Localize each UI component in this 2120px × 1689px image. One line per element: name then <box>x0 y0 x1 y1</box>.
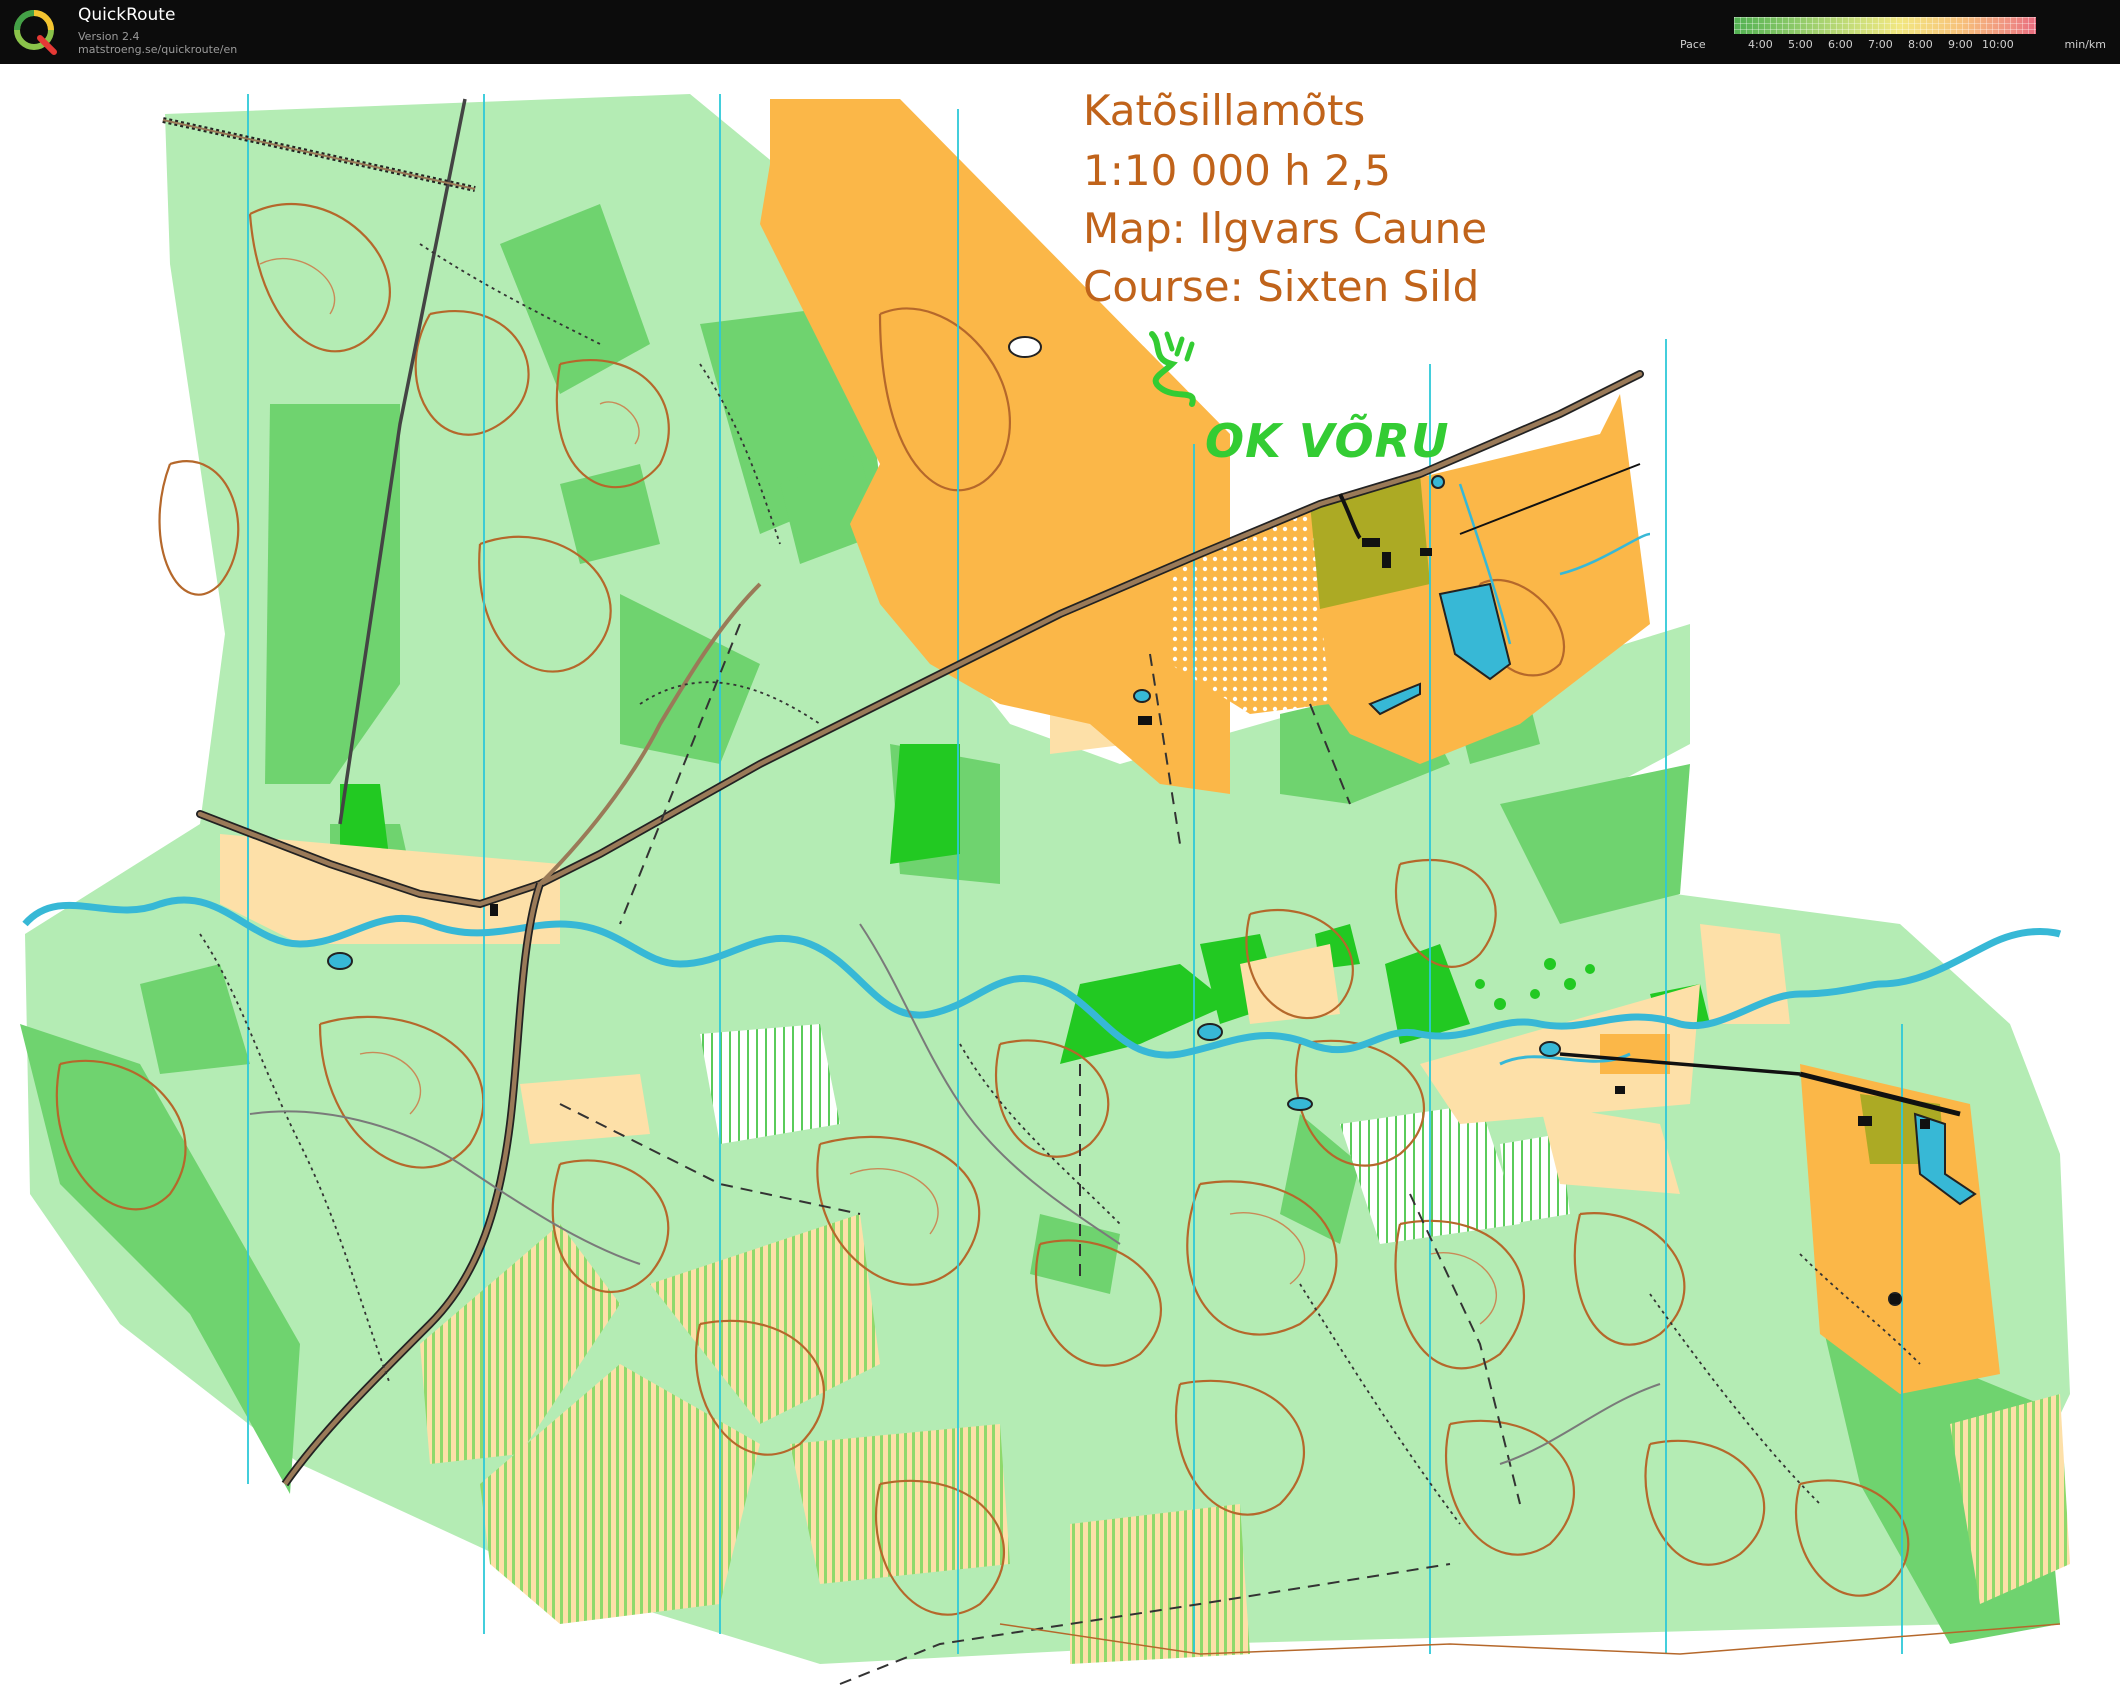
app-version: Version 2.4 <box>78 30 140 43</box>
pace-tick: 7:00 <box>1868 38 1893 51</box>
club-logo-icon <box>1149 331 1196 407</box>
course-setter: Course: Sixten Sild <box>1083 262 1480 311</box>
map-scale: 1:10 000 h 2,5 <box>1083 146 1391 195</box>
pace-legend: Pace 4:00 5:00 6:00 7:00 8:00 9:00 10:00… <box>1680 0 2120 64</box>
title-bar: QuickRoute Version 2.4 matstroeng.se/qui… <box>0 0 2120 64</box>
map-title: Katõsillamõts <box>1083 86 1366 135</box>
club-logo: OK VÕRU <box>1205 414 1450 468</box>
pace-tick: 9:00 <box>1948 38 1973 51</box>
map-author: Map: Ilgvars Caune <box>1083 204 1488 253</box>
pace-tick: 4:00 <box>1748 38 1773 51</box>
pace-legend-unit: min/km <box>2064 38 2106 51</box>
map-canvas[interactable] <box>0 64 2120 1689</box>
pace-tick: 5:00 <box>1788 38 1813 51</box>
pace-tick: 8:00 <box>1908 38 1933 51</box>
app-url[interactable]: matstroeng.se/quickroute/en <box>78 43 237 56</box>
pace-color-scale <box>1734 17 2036 34</box>
pace-tick: 6:00 <box>1828 38 1853 51</box>
pond-white <box>1008 336 1042 358</box>
pace-tick: 10:00 <box>1982 38 2014 51</box>
quickroute-logo-icon <box>14 10 57 55</box>
pace-legend-label: Pace <box>1680 38 1706 51</box>
orienteering-map[interactable]: Katõsillamõts 1:10 000 h 2,5 Map: Ilgvar… <box>0 64 2120 1689</box>
app-name: QuickRoute <box>78 5 176 25</box>
